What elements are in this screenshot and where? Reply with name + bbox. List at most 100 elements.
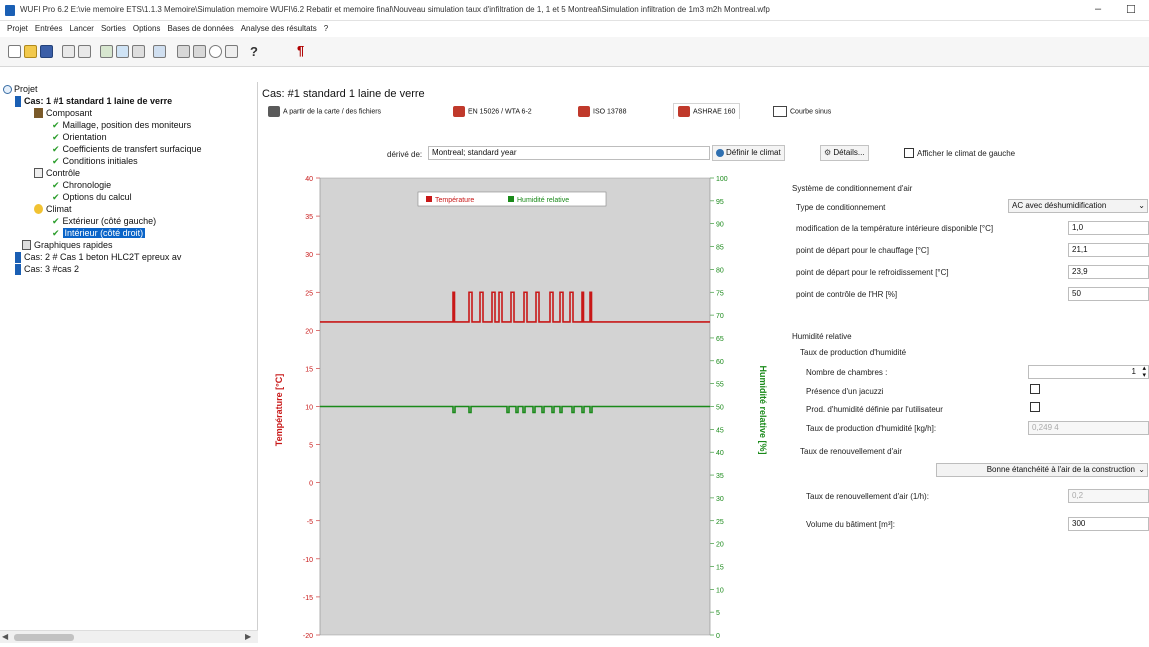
derive-label: dérivé de: (387, 150, 423, 159)
component-icon (34, 108, 43, 118)
tree-case-3[interactable]: Cas: 3 #cas 2 (24, 264, 79, 275)
prod-rate-field[interactable]: 0,249 4 (1028, 421, 1149, 435)
tab-from-file[interactable]: A partir de la carte / des fichiers (268, 106, 381, 117)
tab-iso13788[interactable]: ISO 13788 (578, 106, 626, 117)
air-renewal-select[interactable]: Bonne étanchéité à l'air de la construct… (936, 463, 1148, 477)
project-tree: Projet Cas: 1 #1 standard 1 laine de ver… (0, 82, 258, 640)
toolbar: ? ¶ (0, 37, 1149, 67)
volume-field[interactable]: 300 (1068, 517, 1149, 531)
tab-ashrae160[interactable]: ASHRAE 160 (673, 103, 741, 119)
menu-entrees[interactable]: Entrées (35, 21, 63, 36)
exit-icon[interactable]: ¶ (297, 43, 304, 58)
tab-from-file-label: A partir de la carte / des fichiers (283, 108, 382, 116)
y-right-tick-label: 65 (716, 336, 724, 343)
component-icon[interactable] (62, 45, 75, 58)
case-icon (15, 264, 21, 275)
heat-field[interactable]: 21,1 (1068, 243, 1149, 257)
tree-horizontal-scrollbar[interactable]: ◀ ▶ (0, 630, 258, 643)
scroll-thumb[interactable] (14, 634, 74, 641)
clock-icon[interactable] (209, 45, 222, 58)
maximize-button[interactable]: ☐ (1126, 3, 1136, 16)
help-icon[interactable]: ? (250, 44, 258, 59)
cut-icon[interactable] (78, 45, 91, 58)
window-title: WUFI Pro 6.2 E:\vie memoire ETS\1.1.3 Me… (20, 5, 770, 14)
tree-climat[interactable]: Climat (46, 204, 72, 215)
scroll-left-icon[interactable]: ◀ (2, 632, 8, 641)
tree-conditions-label: Conditions initiales (62, 156, 138, 166)
tree-interieur[interactable]: ✔ Intérieur (côté droit) (52, 228, 146, 239)
tree-interieur-label: Intérieur (côté droit) (62, 228, 146, 238)
save-icon[interactable] (40, 45, 53, 58)
air-change-field[interactable]: 0,2 (1068, 489, 1149, 503)
tree-controle[interactable]: Contrôle (46, 168, 80, 179)
menu-options[interactable]: Options (133, 21, 161, 36)
mod-temp-label: modification de la température intérieur… (796, 224, 994, 233)
tree-maillage[interactable]: ✔ Maillage, position des moniteurs (52, 120, 256, 131)
tree-chronologie[interactable]: ✔ Chronologie (52, 180, 111, 191)
air-renewal-title: Taux de renouvellement d'air (800, 447, 903, 456)
cool-field[interactable]: 23,9 (1068, 265, 1149, 279)
menu-projet[interactable]: Projet (7, 21, 28, 36)
tab-sine[interactable]: Courbe sinus (773, 106, 831, 117)
tree-conditions[interactable]: ✔ Conditions initiales (52, 156, 138, 167)
tree-exterieur[interactable]: ✔ Extérieur (côté gauche) (52, 216, 156, 227)
y-right-tick-label: 85 (716, 245, 724, 252)
tree-case-1[interactable]: Cas: 1 #1 standard 1 laine de verre (24, 96, 256, 107)
y-left-tick-label: 15 (305, 366, 313, 373)
y-right-tick-label: 40 (716, 450, 724, 457)
thermometer-icon (453, 106, 465, 117)
menu-bases[interactable]: Bases de données (167, 21, 233, 36)
scroll-right-icon[interactable]: ▶ (245, 632, 251, 641)
y-right-tick-label: 35 (716, 473, 724, 480)
tree-case-2[interactable]: Cas: 2 # Cas 1 beton HLC2T epreux av (24, 252, 256, 263)
tree-graphiques[interactable]: Graphiques rapides (34, 240, 113, 251)
legend-temp-swatch (426, 196, 432, 202)
results-icon[interactable] (153, 45, 166, 58)
user-defined-checkbox[interactable] (1030, 402, 1040, 412)
film-icon[interactable] (193, 45, 206, 58)
menu-analyse[interactable]: Analyse des résultats (241, 21, 317, 36)
mod-temp-field[interactable]: 1,0 (1068, 221, 1149, 235)
hr-field[interactable]: 50 (1068, 287, 1149, 301)
stepper-arrows-icon[interactable]: ▴ ▾ (1142, 365, 1146, 379)
run-icon[interactable] (132, 45, 145, 58)
rooms-stepper[interactable]: 1 ▴ ▾ (1028, 365, 1149, 379)
derive-field[interactable]: Montreal; standard year (428, 146, 710, 160)
y-right-tick-label: 45 (716, 427, 724, 434)
chart-legend: Température Humidité relative (417, 191, 607, 207)
tree-composant[interactable]: Composant (46, 108, 92, 119)
jacuzzi-checkbox[interactable] (1030, 384, 1040, 394)
open-folder-icon[interactable] (24, 45, 37, 58)
y-left-tick-label: 35 (305, 214, 313, 221)
minimize-button[interactable]: – (1095, 3, 1101, 15)
material-icon[interactable] (116, 45, 129, 58)
check-icon: ✔ (52, 228, 60, 238)
y-axis-left-label: Température [°C] (274, 374, 284, 446)
volume-label: Volume du bâtiment [m³]: (806, 520, 895, 529)
tree-options-calcul[interactable]: ✔ Options du calcul (52, 192, 132, 203)
stack-icon[interactable] (225, 45, 238, 58)
show-left-climate-checkbox[interactable] (904, 148, 914, 158)
tab-en15026[interactable]: EN 15026 / WTA 6-2 (453, 106, 532, 117)
menu-lancer[interactable]: Lancer (69, 21, 93, 36)
y-right-tick-label: 10 (716, 587, 724, 594)
humidity-title: Humidité relative (792, 332, 852, 341)
type-select[interactable]: AC avec déshumidification ⌄ (1008, 199, 1148, 213)
globe-icon (716, 148, 724, 157)
y-left-tick-label: 30 (305, 252, 313, 259)
tree-coefficients[interactable]: ✔ Coefficients de transfert surfacique (52, 144, 256, 155)
menu-sorties[interactable]: Sorties (101, 21, 126, 36)
legend-temp-label: Température (435, 197, 474, 204)
new-file-icon[interactable] (8, 45, 21, 58)
main-panel: Cas: #1 standard 1 laine de verre A part… (260, 82, 1149, 647)
menu-help[interactable]: ? (324, 21, 328, 36)
tree-root[interactable]: Projet (14, 84, 38, 95)
y-right-tick-label: 20 (716, 542, 724, 549)
thermometer-icon (578, 106, 590, 117)
y-axis-right-label: Humidité relative [%] (758, 365, 768, 454)
tree-orientation[interactable]: ✔ Orientation (52, 132, 107, 143)
layer-icon[interactable] (100, 45, 113, 58)
define-climate-button[interactable]: Définir le climat (712, 145, 785, 161)
details-button[interactable]: ⚙ Détails... (820, 145, 869, 161)
chart-icon[interactable] (177, 45, 190, 58)
